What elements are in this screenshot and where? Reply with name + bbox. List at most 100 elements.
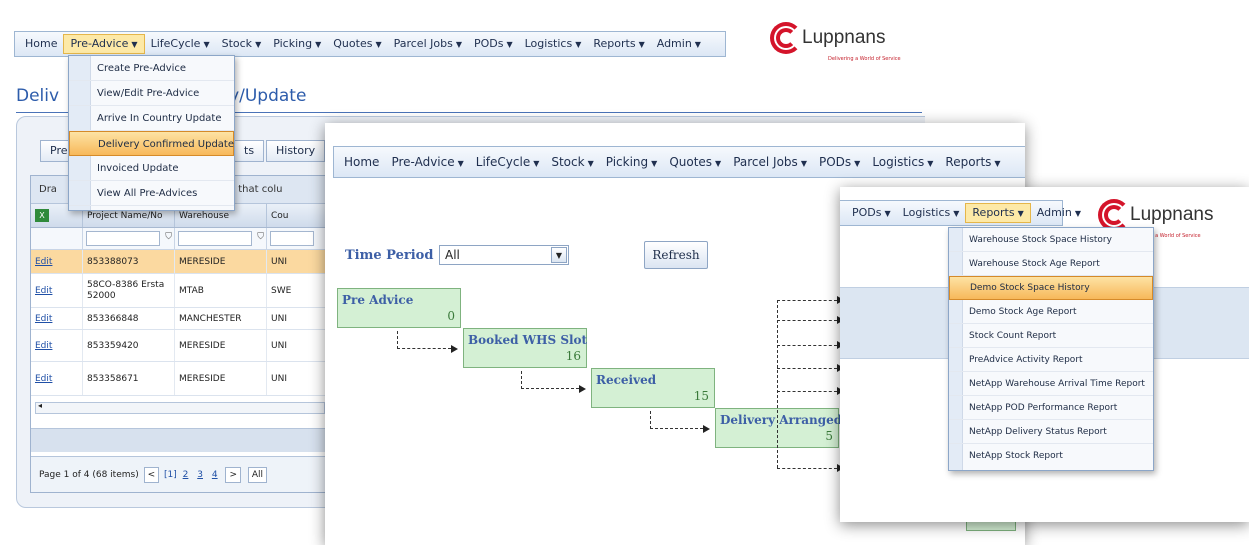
menu-pre-advice[interactable]: Pre-Advice ▼ — [63, 34, 145, 54]
pager-page-4[interactable]: 4 — [212, 457, 218, 493]
chevron-down-icon: ▼ — [884, 209, 891, 218]
tab-documents[interactable]: ts — [234, 140, 265, 162]
filter-country-input[interactable] — [270, 231, 314, 246]
filter-icon[interactable]: ⛉ — [165, 232, 172, 242]
pre-advice-grid: Dra up by that colu X Project Name/No War… — [30, 175, 330, 493]
menu-picking-label: Picking — [273, 37, 313, 50]
stage-received[interactable]: Received 15 — [591, 368, 715, 408]
edit-link[interactable]: Edit — [35, 314, 52, 324]
menu-item-netapp-warehouse-arrival-time-report[interactable]: NetApp Warehouse Arrival Time Report — [949, 372, 1153, 396]
filter-country[interactable] — [267, 228, 329, 249]
chevron-down-icon: ▼ — [203, 40, 210, 49]
pager-page-2[interactable]: 2 — [183, 457, 189, 493]
connector-arrow — [650, 411, 703, 429]
filter-warehouse[interactable]: ⛉ — [175, 228, 267, 249]
table-row[interactable]: Edit 853388073 MERESIDE UNI — [31, 250, 329, 274]
tab-history[interactable]: History — [266, 140, 326, 162]
menu-pods-label: PODs — [473, 37, 504, 50]
menu-item-netapp-delivery-status-report[interactable]: NetApp Delivery Status Report — [949, 420, 1153, 444]
logo-name: Luppnans — [802, 27, 886, 48]
menu-lifecycle[interactable]: LifeCycle ▼ — [145, 34, 216, 54]
chevron-down-icon: ▼ — [1017, 209, 1024, 218]
menu-item-view-edit-pre-advice[interactable]: View/Edit Pre-Advice — [69, 81, 234, 106]
pager-page-3[interactable]: 3 — [197, 457, 203, 493]
edit-link[interactable]: Edit — [35, 257, 52, 267]
menu-logistics[interactable]: Logistics ▼ — [866, 152, 939, 172]
menu-item-netapp-pod-performance-report[interactable]: NetApp POD Performance Report — [949, 396, 1153, 420]
menu-pods-label: PODs — [818, 155, 852, 169]
pager-prev-button[interactable]: < — [143, 467, 160, 483]
menu-item-stock-count-report[interactable]: Stock Count Report — [949, 324, 1153, 348]
stage-booked-whs-slot[interactable]: Booked WHS Slot 16 — [463, 328, 587, 368]
edit-link[interactable]: Edit — [35, 286, 52, 296]
menu-item-netapp-stock-report[interactable]: NetApp Stock Report — [949, 444, 1153, 468]
stage-pre-advice[interactable]: Pre Advice 0 — [337, 288, 461, 328]
menu-stock-label: Stock — [221, 37, 253, 50]
menu-home[interactable]: Home — [338, 152, 385, 172]
cell-country: UNI — [267, 362, 329, 395]
menu-admin[interactable]: Admin ▼ — [1031, 203, 1087, 223]
menu-reports-label: Reports — [972, 206, 1015, 219]
menu-admin[interactable]: Admin ▼ — [651, 34, 707, 54]
menu-item-view-all-pre-advices[interactable]: View All Pre-Advices — [69, 181, 234, 206]
menu-logistics[interactable]: Logistics ▼ — [897, 203, 966, 223]
edit-link[interactable]: Edit — [35, 341, 52, 351]
menu-item-invoiced-update[interactable]: Invoiced Update — [69, 156, 234, 181]
table-row[interactable]: Edit 853358671 MERESIDE UNI — [31, 362, 329, 396]
menu-pre-advice[interactable]: Pre-Advice ▼ — [385, 152, 469, 172]
menu-item-demo-stock-age-report[interactable]: Demo Stock Age Report — [949, 300, 1153, 324]
menu-lifecycle-label: LifeCycle — [150, 37, 201, 50]
menu-stock[interactable]: Stock ▼ — [545, 152, 599, 172]
menu-item-delivery-confirmed-update[interactable]: Delivery Confirmed Update — [69, 131, 234, 156]
chevron-down-icon: ▼ — [315, 40, 322, 49]
menu-item-arrive-in-country-update[interactable]: Arrive In Country Update — [69, 106, 234, 131]
col-country[interactable]: Cou — [267, 204, 329, 227]
cell-project: 853366848 — [83, 308, 175, 329]
scroll-left-icon[interactable]: ◂ — [38, 401, 42, 410]
logo-mark-icon — [770, 22, 802, 54]
menu-home[interactable]: Home — [19, 34, 63, 54]
time-period-select[interactable]: All ▼ — [439, 245, 569, 265]
menu-parcel-jobs[interactable]: Parcel Jobs ▼ — [727, 152, 813, 172]
menu-item-demo-stock-space-history[interactable]: Demo Stock Space History — [949, 276, 1153, 300]
horizontal-scrollbar[interactable]: ◂ — [35, 401, 325, 414]
menu-reports[interactable]: Reports ▼ — [939, 152, 1006, 172]
pager-next-button[interactable]: > — [225, 467, 242, 483]
chevron-down-icon[interactable]: ▼ — [551, 247, 567, 263]
menu-quotes[interactable]: Quotes ▼ — [327, 34, 387, 54]
menu-picking[interactable]: Picking ▼ — [600, 152, 664, 172]
menu-quotes[interactable]: Quotes ▼ — [663, 152, 727, 172]
menu-pods[interactable]: PODs ▼ — [813, 152, 866, 172]
filter-icon[interactable]: ⛉ — [257, 232, 264, 242]
grid-pager: Page 1 of 4 (68 items) < [1] 2 3 4 > All — [31, 456, 329, 492]
cell-warehouse: MERESIDE — [175, 250, 267, 273]
refresh-button[interactable]: Refresh — [644, 241, 708, 269]
menu-pods[interactable]: PODs ▼ — [468, 34, 519, 54]
menu-item-warehouse-stock-space-history[interactable]: Warehouse Stock Space History — [949, 228, 1153, 252]
logo-name: Luppnans — [1130, 204, 1214, 225]
edit-link[interactable]: Edit — [35, 374, 52, 384]
menu-picking[interactable]: Picking ▼ — [267, 34, 327, 54]
menu-parcel-jobs-label: Parcel Jobs — [733, 155, 798, 169]
filter-project[interactable]: ⛉ — [83, 228, 175, 249]
menu-reports[interactable]: Reports ▼ — [965, 203, 1031, 223]
arrow-head-icon — [579, 385, 586, 393]
menu-pods[interactable]: PODs ▼ — [846, 203, 897, 223]
menu-item-warehouse-stock-age-report[interactable]: Warehouse Stock Age Report — [949, 252, 1153, 276]
pager-summary: Page 1 of 4 (68 items) — [39, 470, 139, 480]
menu-reports[interactable]: Reports ▼ — [587, 34, 650, 54]
table-row[interactable]: Edit 58CO-8386 Ersta 52000 MTAB SWE — [31, 274, 329, 308]
menu-parcel-jobs[interactable]: Parcel Jobs ▼ — [388, 34, 468, 54]
table-row[interactable]: Edit 853366848 MANCHESTER UNI — [31, 308, 329, 330]
filter-warehouse-input[interactable] — [178, 231, 252, 246]
filter-project-input[interactable] — [86, 231, 160, 246]
chevron-down-icon: ▼ — [533, 159, 540, 168]
menu-logistics[interactable]: Logistics ▼ — [519, 34, 588, 54]
menu-item-create-pre-advice[interactable]: Create Pre-Advice — [69, 56, 234, 81]
pager-all-button[interactable]: All — [247, 467, 268, 483]
menu-lifecycle[interactable]: LifeCycle ▼ — [470, 152, 546, 172]
logo-tagline: Delivering a World of Service — [828, 56, 901, 62]
menu-item-preadvice-activity-report[interactable]: PreAdvice Activity Report — [949, 348, 1153, 372]
menu-stock[interactable]: Stock ▼ — [216, 34, 268, 54]
table-row[interactable]: Edit 853359420 MERESIDE UNI — [31, 330, 329, 362]
